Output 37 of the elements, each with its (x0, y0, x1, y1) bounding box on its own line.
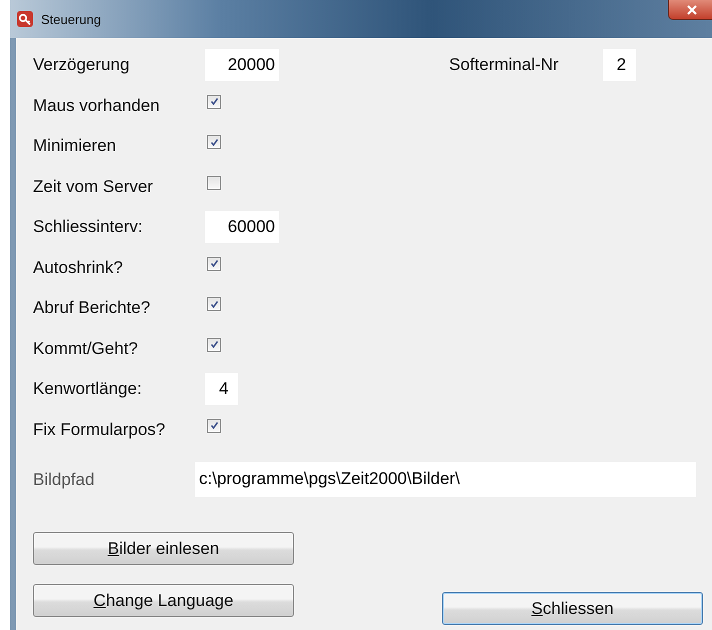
field-label: Autoshrink? (33, 258, 124, 278)
checkbox[interactable] (207, 176, 221, 190)
field-label: Bildpfad (33, 470, 96, 490)
close-button[interactable] (668, 0, 712, 20)
key-icon (16, 10, 34, 28)
input-field[interactable]: 2 (602, 49, 636, 82)
checkbox[interactable] (207, 135, 221, 150)
check-icon (210, 340, 218, 350)
check-icon (210, 259, 218, 268)
path-field[interactable]: c:\programme\pgs\Zeit2000\Bilder\ (195, 462, 696, 497)
field-label: Zeit vom Server (33, 176, 154, 197)
field-label: Kommt/Geht? (33, 338, 139, 359)
field-label: Maus vorhanden (33, 96, 161, 116)
field-label: Verzögerung (33, 55, 130, 76)
field-label: Schliessinterv: (33, 217, 144, 238)
check-icon (210, 300, 218, 309)
checkbox[interactable] (207, 338, 221, 352)
check-icon (210, 421, 218, 430)
checkbox[interactable] (207, 256, 221, 271)
field-label: Minimieren (33, 136, 118, 156)
checkbox[interactable] (207, 297, 221, 312)
dialog-button[interactable]: Change Language (33, 584, 294, 617)
checkbox[interactable] (207, 418, 221, 433)
check-icon (210, 138, 218, 147)
dialog-button[interactable]: Bilder einlesen (33, 532, 294, 565)
field-label: Fix Formularpos? (33, 420, 166, 440)
window-title: Steuerung (41, 12, 101, 26)
field-label: Softerminal-Nr (449, 55, 559, 76)
field-label: Kenwortlänge: (33, 379, 143, 400)
input-field[interactable]: 20000 (205, 49, 279, 82)
input-field[interactable]: 4 (205, 373, 238, 406)
check-icon (210, 97, 218, 106)
input-field[interactable]: 60000 (205, 211, 279, 244)
checkbox[interactable] (207, 94, 221, 109)
field-label: Abruf Berichte? (33, 298, 152, 318)
close-dialog-button[interactable]: Schliessen (442, 592, 703, 625)
close-icon (686, 4, 698, 14)
